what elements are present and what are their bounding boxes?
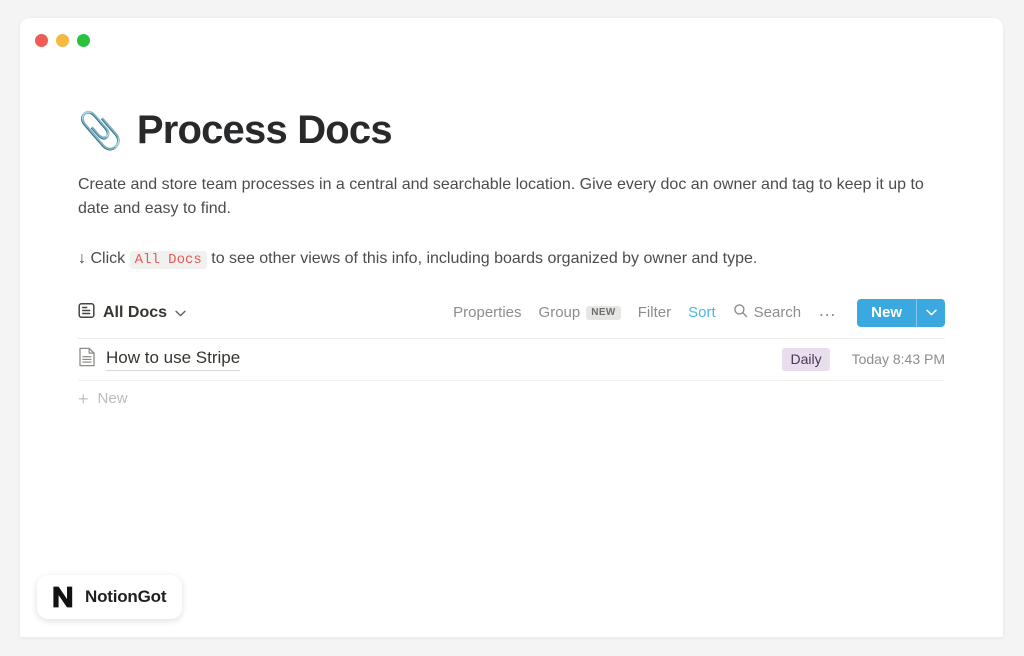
row-main: How to use Stripe [78, 347, 241, 372]
hint-after-text: to see other views of this info, includi… [211, 249, 758, 267]
group-new-badge: NEW [586, 305, 621, 320]
search-label: Search [753, 304, 802, 322]
app-window: 📎 Process Docs Create and store team pro… [20, 18, 1003, 637]
hint-arrow-icon: ↓ [78, 249, 86, 267]
page-title: 📎 Process Docs [78, 108, 945, 152]
hint-before-text: Click [90, 249, 126, 267]
plus-icon: + [78, 388, 89, 409]
filter-button[interactable]: Filter [638, 304, 671, 321]
row-title[interactable]: How to use Stripe [106, 347, 241, 372]
hint-code-chip: All Docs [129, 250, 207, 269]
close-window-button[interactable] [35, 33, 48, 47]
page-title-text[interactable]: Process Docs [137, 108, 393, 152]
paperclip-icon[interactable]: 📎 [78, 113, 123, 149]
traffic-lights [35, 33, 90, 47]
watermark-text: NotionGot [85, 587, 167, 606]
chevron-down-icon [175, 305, 186, 321]
watermark-badge: NotionGot [37, 575, 183, 619]
properties-button[interactable]: Properties [453, 304, 521, 321]
minimize-window-button[interactable] [56, 33, 69, 47]
page-description: Create and store team processes in a cen… [78, 176, 924, 218]
sort-label: Sort [688, 304, 716, 322]
page-hint: ↓ Click All Docs to see other views of t… [78, 247, 945, 271]
tab-all-docs[interactable]: All Docs [78, 302, 186, 324]
row-meta: Daily Today 8:43 PM [782, 347, 945, 371]
group-button[interactable]: Group NEW [539, 304, 621, 321]
table-row[interactable]: How to use Stripe Daily Today 8:43 PM [78, 339, 945, 381]
new-button-dropdown[interactable] [916, 298, 945, 327]
more-options-button[interactable]: … [818, 301, 837, 320]
search-icon [733, 303, 748, 322]
new-button-group: New [857, 298, 945, 327]
toolbar-actions: Properties Group NEW Filter Sort Search … [453, 298, 945, 327]
notion-n-logo-icon [50, 584, 76, 610]
filter-label: Filter [637, 304, 672, 322]
add-new-row-button[interactable]: + New [78, 381, 945, 417]
page-content: 📎 Process Docs Create and store team pro… [20, 108, 1003, 417]
database-toolbar: All Docs Properties Group NEW Filter Sor… [78, 296, 945, 330]
new-button[interactable]: New [857, 299, 916, 327]
group-label: Group [538, 304, 581, 322]
add-new-row-label: New [97, 390, 128, 408]
maximize-window-button[interactable] [77, 33, 90, 47]
document-icon [78, 347, 96, 372]
search-button[interactable]: Search [733, 303, 802, 322]
row-timestamp: Today 8:43 PM [851, 351, 945, 368]
tab-all-docs-label: All Docs [103, 303, 168, 321]
properties-label: Properties [453, 304, 522, 322]
window-titlebar [20, 18, 1003, 62]
status-badge[interactable]: Daily [782, 347, 830, 371]
list-view-icon [78, 302, 95, 324]
sort-button[interactable]: Sort [688, 304, 716, 321]
